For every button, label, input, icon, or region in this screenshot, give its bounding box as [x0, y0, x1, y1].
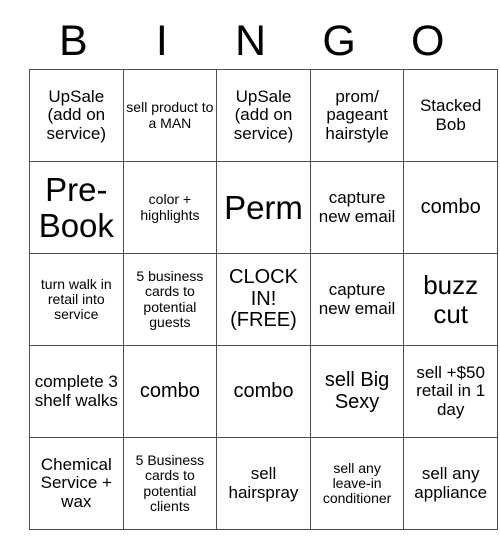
bingo-header-letter-i: I: [155, 17, 168, 65]
bingo-cell-label: sell product to a MAN: [126, 99, 214, 131]
bingo-cell-label: combo: [139, 379, 200, 402]
bingo-cell-label: 5 business cards to potential guests: [136, 268, 204, 330]
bingo-cell-label: Stacked Bob: [419, 96, 482, 134]
bingo-card: B I N G O UpSale (add on service) sell p…: [29, 0, 498, 530]
bingo-header-letter-g: G: [322, 17, 356, 65]
bingo-cell-label: sell any appliance: [414, 464, 488, 502]
bingo-header-letter-b: B: [58, 17, 88, 65]
bingo-cell-label: CLOCK IN! (FREE): [229, 266, 298, 332]
bingo-cell[interactable]: Stacked Bob: [403, 69, 498, 162]
bingo-cell-label: buzz cut: [423, 270, 479, 329]
bingo-cell[interactable]: combo: [122, 345, 218, 438]
bingo-cell[interactable]: prom/ pageant hairstyle: [309, 69, 405, 162]
bingo-cell-label: prom/ pageant hairstyle: [325, 86, 389, 143]
bingo-cell-label: UpSale (add on service): [46, 86, 107, 143]
bingo-row: UpSale (add on service) sell product to …: [29, 69, 498, 162]
bingo-cell-label: Pre-Book: [38, 170, 114, 244]
bingo-cell-label: complete 3 shelf walks: [34, 372, 118, 410]
bingo-cell[interactable]: combo: [403, 161, 498, 254]
bingo-cell[interactable]: capture new email: [309, 161, 405, 254]
bingo-cell-label: 5 Business cards to potential clients: [135, 452, 205, 514]
bingo-cell[interactable]: buzz cut: [403, 253, 498, 346]
bingo-cell-label: sell hairspray: [228, 464, 299, 502]
bingo-cell[interactable]: Perm: [216, 161, 311, 254]
bingo-cell[interactable]: capture new email: [309, 253, 405, 346]
bingo-cell[interactable]: sell product to a MAN: [122, 69, 218, 162]
bingo-row: complete 3 shelf walks combo combo sell …: [29, 345, 498, 438]
bingo-cell-label: Perm: [224, 188, 303, 226]
bingo-cell-label: sell +$50 retail in 1 day: [416, 362, 486, 419]
bingo-cell[interactable]: UpSale (add on service): [216, 69, 311, 162]
bingo-header-row: B I N G O: [29, 0, 472, 69]
bingo-cell[interactable]: UpSale (add on service): [29, 69, 124, 162]
bingo-cell-free[interactable]: CLOCK IN! (FREE): [216, 253, 311, 346]
bingo-grid: UpSale (add on service) sell product to …: [29, 69, 498, 530]
bingo-cell-label: combo: [233, 379, 294, 402]
bingo-cell-label: capture new email: [318, 280, 396, 318]
bingo-cell[interactable]: sell any leave-in conditioner: [309, 437, 405, 530]
bingo-cell[interactable]: 5 Business cards to potential clients: [122, 437, 218, 530]
bingo-cell-label: capture new email: [318, 188, 396, 226]
bingo-cell[interactable]: complete 3 shelf walks: [29, 345, 124, 438]
bingo-header-letter-n: N: [234, 17, 267, 65]
bingo-cell-label: Chemical Service + wax: [40, 454, 112, 511]
bingo-cell[interactable]: 5 business cards to potential guests: [122, 253, 218, 346]
bingo-cell-label: UpSale (add on service): [233, 86, 294, 143]
bingo-cell[interactable]: turn walk in retail into service: [29, 253, 124, 346]
bingo-row: Pre-Book color + highlights Perm capture…: [29, 161, 498, 254]
bingo-cell-label: sell Big Sexy: [324, 368, 390, 413]
bingo-cell[interactable]: Pre-Book: [29, 161, 124, 254]
bingo-cell-label: color + highlights: [140, 191, 200, 223]
bingo-cell[interactable]: sell any appliance: [403, 437, 498, 530]
bingo-cell[interactable]: combo: [216, 345, 311, 438]
bingo-cell-label: turn walk in retail into service: [40, 275, 112, 323]
bingo-cell[interactable]: color + highlights: [122, 161, 218, 254]
bingo-cell-label: sell any leave-in conditioner: [322, 459, 392, 507]
bingo-cell[interactable]: Chemical Service + wax: [29, 437, 124, 530]
bingo-cell[interactable]: sell +$50 retail in 1 day: [403, 345, 498, 438]
bingo-cell-label: combo: [420, 195, 481, 218]
bingo-row: Chemical Service + wax 5 Business cards …: [29, 437, 498, 530]
bingo-cell[interactable]: sell hairspray: [216, 437, 311, 530]
bingo-cell[interactable]: sell Big Sexy: [309, 345, 405, 438]
bingo-header-letter-o: O: [410, 17, 445, 65]
bingo-row: turn walk in retail into service 5 busin…: [29, 253, 498, 346]
